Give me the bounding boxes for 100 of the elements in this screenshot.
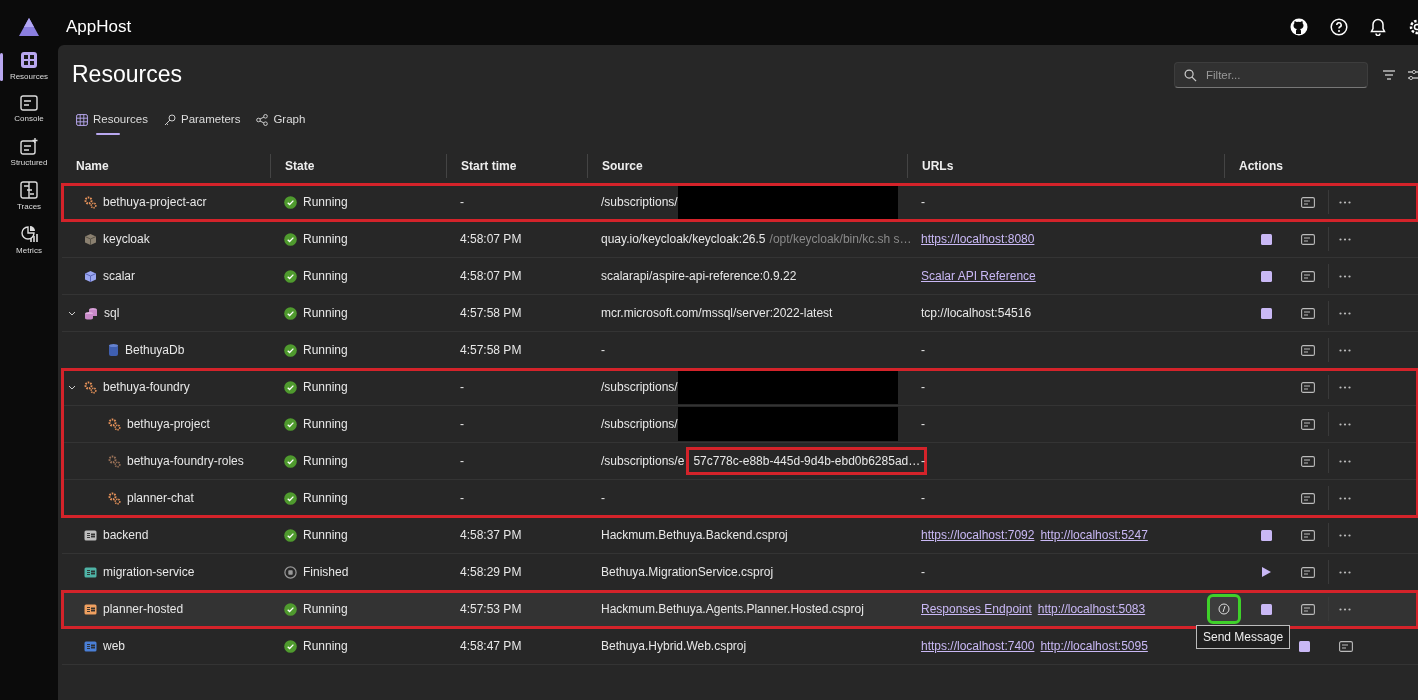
sidebar-item[interactable]: Traces	[2, 177, 56, 217]
console-icon	[1301, 529, 1315, 541]
url-link[interactable]: Responses Endpoint	[921, 600, 1032, 618]
more-icon	[1338, 459, 1351, 463]
tab[interactable]: Parameters	[161, 111, 243, 133]
sidebar-item[interactable]: Console	[2, 91, 56, 129]
source-text: /subscriptions/	[601, 379, 678, 396]
resource-name: bethuya-project-acr	[103, 194, 207, 211]
url-text: -	[921, 342, 925, 359]
chart-icon	[20, 225, 38, 243]
url-link[interactable]: http://localhost:5095	[1040, 637, 1148, 655]
notification-bell-icon[interactable]	[1370, 17, 1386, 36]
source-text: quay.io/keycloak/keycloak:26.5	[601, 231, 766, 248]
more-icon	[1338, 311, 1351, 315]
console-icon	[1301, 566, 1315, 578]
settings-icon[interactable]	[1408, 17, 1418, 36]
resource-name: sql	[104, 305, 120, 322]
resource-name: BethuyaDb	[125, 342, 185, 359]
more-icon	[1338, 348, 1351, 352]
url-link[interactable]: https://localhost:8080	[921, 230, 1035, 248]
console-icon	[1301, 381, 1315, 393]
cat-logo-icon[interactable]	[1290, 17, 1308, 36]
column-header: URLs	[907, 153, 1224, 178]
tooltip: Send Message	[1196, 625, 1291, 649]
resource-name: bethuya-project	[127, 416, 210, 433]
start-time: -	[460, 490, 464, 507]
play-icon	[1260, 566, 1272, 578]
more-icon	[1338, 237, 1351, 241]
help-icon[interactable]	[1330, 17, 1348, 36]
check-circle-icon	[284, 306, 297, 320]
gears-icon	[108, 417, 121, 431]
state-text: Running	[303, 305, 348, 322]
state-text: Running	[303, 194, 348, 211]
grid-icon	[76, 114, 88, 126]
cube-icon	[84, 232, 97, 246]
url-text: -	[921, 416, 925, 433]
url-link[interactable]: Scalar API Reference	[921, 267, 1036, 285]
source-text: /subscriptions/	[601, 194, 678, 211]
url-link[interactable]: https://localhost:7092	[921, 526, 1035, 544]
check-circle-icon	[284, 195, 297, 209]
url-link[interactable]: http://localhost:5247	[1040, 526, 1148, 544]
sidebar-item[interactable]: Resources	[2, 47, 56, 87]
console-icon	[1301, 603, 1315, 615]
tab[interactable]: Graph	[254, 111, 308, 133]
slash-circle-icon	[1218, 603, 1230, 615]
gears-icon	[108, 454, 121, 468]
tab[interactable]: Resources	[74, 111, 150, 133]
settings-sliders-icon[interactable]	[1408, 69, 1418, 81]
column-header: Source	[587, 153, 907, 178]
source-text: -	[601, 490, 605, 507]
structured-log-icon	[20, 137, 38, 155]
more-icon	[1338, 533, 1351, 537]
start-time: 4:57:53 PM	[460, 601, 522, 618]
stop-circle-icon	[284, 565, 297, 579]
state-text: Running	[303, 416, 348, 433]
start-time: -	[460, 379, 464, 396]
source-text: mcr.microsoft.com/mssql/server:2022-latest	[601, 305, 833, 322]
stop-icon	[1260, 603, 1272, 615]
logo-icon[interactable]	[18, 17, 40, 37]
start-time: 4:58:07 PM	[460, 231, 522, 248]
stop-icon	[1260, 529, 1272, 541]
table-row[interactable]: bethuya-foundry Running - /subscriptions/ -	[62, 369, 1418, 406]
gears-icon	[84, 380, 97, 394]
grid-icon	[20, 51, 38, 69]
url-text: -	[921, 194, 925, 211]
table-row[interactable]: planner-hosted Running 4:57:53 PM Hackmum.Bethuya.Agents.Planner.Hosted.csproj Responses Endpoint http://localhost:5083	[62, 591, 1418, 628]
stop-icon	[1260, 270, 1272, 282]
start-time: -	[460, 416, 464, 433]
gears-icon	[108, 491, 121, 505]
state-text: Running	[303, 638, 348, 655]
more-icon	[1338, 274, 1351, 278]
stop-icon	[1298, 640, 1310, 652]
start-time: 4:57:58 PM	[460, 305, 522, 322]
send-message-button[interactable]	[1210, 597, 1238, 621]
state-text: Running	[303, 268, 348, 285]
sidebar-item[interactable]: Metrics	[2, 221, 56, 261]
url-link[interactable]: https://localhost:7400	[921, 637, 1035, 655]
more-icon	[1338, 570, 1351, 574]
resource-name: planner-chat	[127, 490, 194, 507]
more-icon	[1338, 607, 1351, 611]
url-text: -	[921, 564, 925, 581]
console-icon	[1301, 196, 1315, 208]
stop-icon	[1260, 233, 1272, 245]
sidebar-item[interactable]: Structured	[2, 133, 56, 173]
source-text: /subscriptions/	[601, 416, 678, 433]
resource-name: scalar	[103, 268, 135, 285]
start-time: -	[460, 194, 464, 211]
more-icon	[1338, 385, 1351, 389]
filter-field[interactable]: Filter...	[1174, 62, 1368, 88]
url-link[interactable]: http://localhost:5083	[1037, 600, 1146, 618]
chevron-icon[interactable]	[68, 310, 76, 316]
traces-icon	[20, 181, 38, 199]
cube-icon	[84, 269, 97, 283]
chevron-icon[interactable]	[68, 384, 76, 390]
check-circle-icon	[284, 232, 297, 246]
filter-icon[interactable]	[1382, 69, 1396, 81]
table-row[interactable]: bethuya-project Running - /subscriptions/ -	[62, 406, 1418, 443]
check-circle-icon	[284, 639, 297, 653]
check-circle-icon	[284, 417, 297, 431]
share-nodes-icon	[256, 114, 269, 126]
